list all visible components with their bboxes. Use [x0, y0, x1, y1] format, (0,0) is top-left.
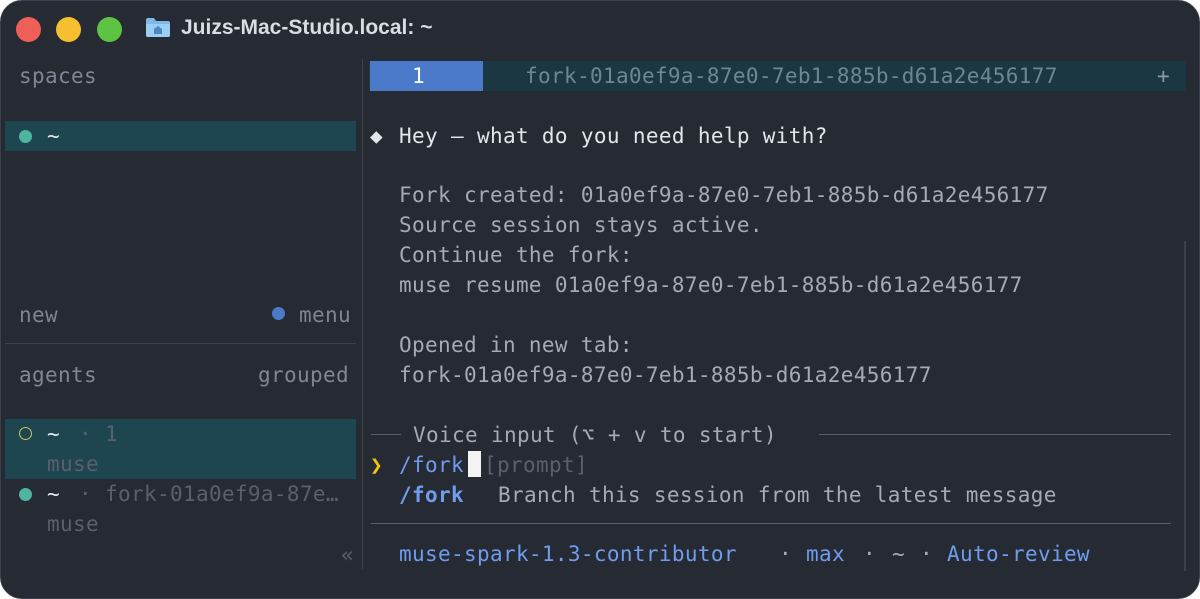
effort-label: max — [806, 542, 845, 566]
minimize-window-button[interactable] — [56, 17, 81, 42]
agent-sub-label: muse — [47, 452, 99, 476]
tab-1[interactable] — [370, 61, 483, 91]
grouped-toggle[interactable]: grouped — [258, 361, 349, 389]
agent-active-status-icon — [19, 488, 32, 501]
add-tab-button[interactable]: + — [1157, 62, 1170, 90]
prompt-placeholder: [prompt] — [484, 453, 588, 477]
assistant-bullet-icon: ◆ — [370, 124, 383, 148]
terminal-window: Juizs-Mac-Studio.local: ~ spaces ~ new m… — [0, 0, 1200, 599]
sidebar-divider — [5, 343, 356, 344]
close-window-button[interactable] — [16, 17, 41, 42]
agent-item-1[interactable]: ~ · 1 muse — [5, 419, 356, 479]
status-separator: · — [863, 542, 876, 566]
agent-idle-status-icon — [19, 427, 32, 440]
output-line: Continue the fork: — [399, 243, 633, 267]
space-item-label: ~ — [47, 124, 60, 148]
space-item-home[interactable]: ~ — [5, 121, 356, 151]
new-space-button[interactable]: new — [19, 301, 58, 329]
output-line: Opened in new tab: — [399, 333, 633, 357]
voice-divider-left — [371, 434, 401, 435]
agents-header: agents — [19, 363, 97, 387]
output-line: fork-01a0ef9a-87e0-7eb1-885b-d61a2e45617… — [399, 363, 932, 387]
space-status-dot-icon — [19, 130, 32, 143]
suggestion-command: /fork — [399, 483, 464, 507]
output-line: Source session stays active. — [399, 213, 763, 237]
cwd-label: ~ — [892, 542, 905, 566]
output-line: Fork created: 01a0ef9a-87e0-7eb1-885b-d6… — [399, 183, 1049, 207]
window-title: Juizs-Mac-Studio.local: ~ — [181, 16, 433, 39]
voice-divider-right — [819, 434, 1171, 435]
voice-input-hint: Voice input (⌥ + v to start) — [413, 423, 777, 447]
home-folder-icon — [146, 18, 170, 37]
prompt-chevron-icon: ❯ — [370, 453, 383, 477]
suggestion-description: Branch this session from the latest mess… — [498, 483, 1057, 507]
status-separator: · — [920, 542, 933, 566]
text-cursor — [468, 451, 481, 477]
menu-dot-icon — [272, 307, 285, 320]
tab-1-label: 1 — [412, 64, 425, 88]
review-mode-label: Auto-review — [947, 542, 1090, 566]
status-separator: · — [779, 542, 792, 566]
agent-separator: · — [79, 422, 92, 446]
agent-space-label: ~ — [47, 482, 60, 506]
output-line: muse resume 01a0ef9a-87e0-7eb1-885b-d61a… — [399, 273, 1023, 297]
title-bar: Juizs-Mac-Studio.local: ~ — [1, 1, 1199, 59]
tab-fork[interactable]: fork-01a0ef9a-87e0-7eb1-885b-d61a2e45617… — [525, 62, 1058, 90]
agent-sub-label: muse — [47, 512, 99, 536]
prompt-input[interactable]: /fork — [399, 451, 464, 479]
zoom-window-button[interactable] — [97, 17, 122, 42]
model-label: muse-spark-1.3-contributor — [399, 542, 737, 566]
assistant-greeting: Hey — what do you need help with? — [399, 124, 828, 148]
agent-separator: · — [79, 482, 92, 506]
spaces-header: spaces — [19, 64, 97, 88]
agent-space-label: ~ — [47, 422, 60, 446]
menu-button[interactable]: menu — [299, 301, 351, 329]
scrollbar[interactable] — [1184, 241, 1186, 571]
collapse-sidebar-icon[interactable]: « — [341, 541, 354, 569]
pane-divider — [362, 59, 363, 569]
status-divider — [371, 523, 1171, 524]
agent-name: 1 — [105, 422, 118, 446]
agent-name: fork-01a0ef9a-87e… — [105, 482, 339, 506]
